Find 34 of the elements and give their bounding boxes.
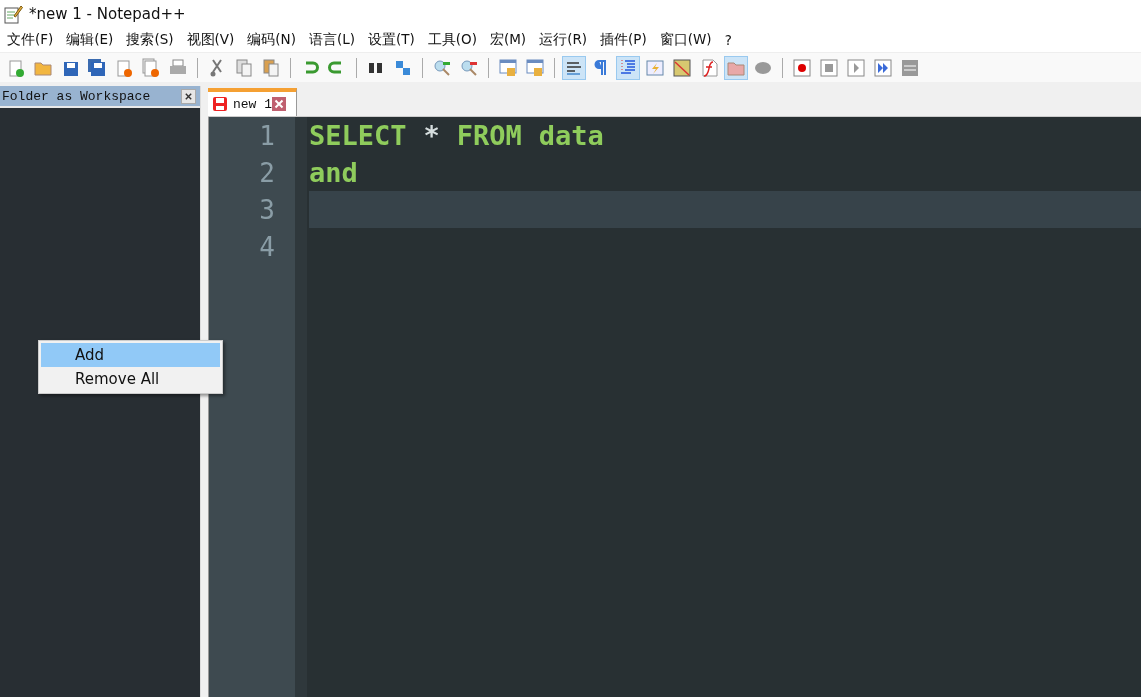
menu-item[interactable]: 文件(F)	[7, 31, 54, 49]
menu-item[interactable]: 设置(T)	[368, 31, 415, 49]
context-menu-item[interactable]: Remove All	[41, 367, 220, 391]
menu-item[interactable]: 宏(M)	[489, 31, 527, 49]
menu-item[interactable]: 窗口(W)	[659, 31, 712, 49]
word-wrap-icon[interactable]	[562, 55, 586, 80]
menu-item[interactable]: ?	[724, 32, 732, 48]
menu-item[interactable]: 插件(P)	[600, 31, 647, 49]
close-icon[interactable]	[181, 88, 196, 104]
code-token: *	[423, 120, 440, 151]
menu-item[interactable]: 编码(N)	[247, 31, 296, 49]
menu-item[interactable]: 视图(V)	[186, 31, 235, 49]
line-number: 2	[259, 157, 275, 188]
window-title: *new 1 - Notepad++	[29, 5, 186, 23]
code-token: SELECT	[309, 120, 407, 151]
line-number: 3	[259, 194, 275, 225]
menu-item[interactable]: 运行(R)	[539, 31, 588, 49]
menu-item[interactable]: 搜索(S)	[126, 31, 174, 49]
tab-label: new 1	[233, 96, 272, 112]
code-token: data	[538, 120, 604, 151]
folder-icon[interactable]	[724, 55, 748, 80]
floppy-icon	[212, 96, 228, 112]
panel-title: Folder as Workspace	[2, 88, 151, 104]
indent-guide-icon[interactable]	[616, 55, 640, 80]
context-menu-item[interactable]: Add	[41, 343, 220, 367]
file-tab[interactable]: new 1	[208, 88, 297, 116]
line-number: 4	[259, 231, 275, 262]
menu-item[interactable]: 语言(L)	[308, 31, 355, 49]
code-token: and	[309, 157, 358, 188]
notepad-icon	[3, 4, 23, 24]
line-number: 1	[259, 120, 275, 151]
menu-item[interactable]: 工具(O)	[427, 31, 477, 49]
code-token: FROM	[456, 120, 522, 151]
menu-item[interactable]: 编辑(E)	[66, 31, 114, 49]
